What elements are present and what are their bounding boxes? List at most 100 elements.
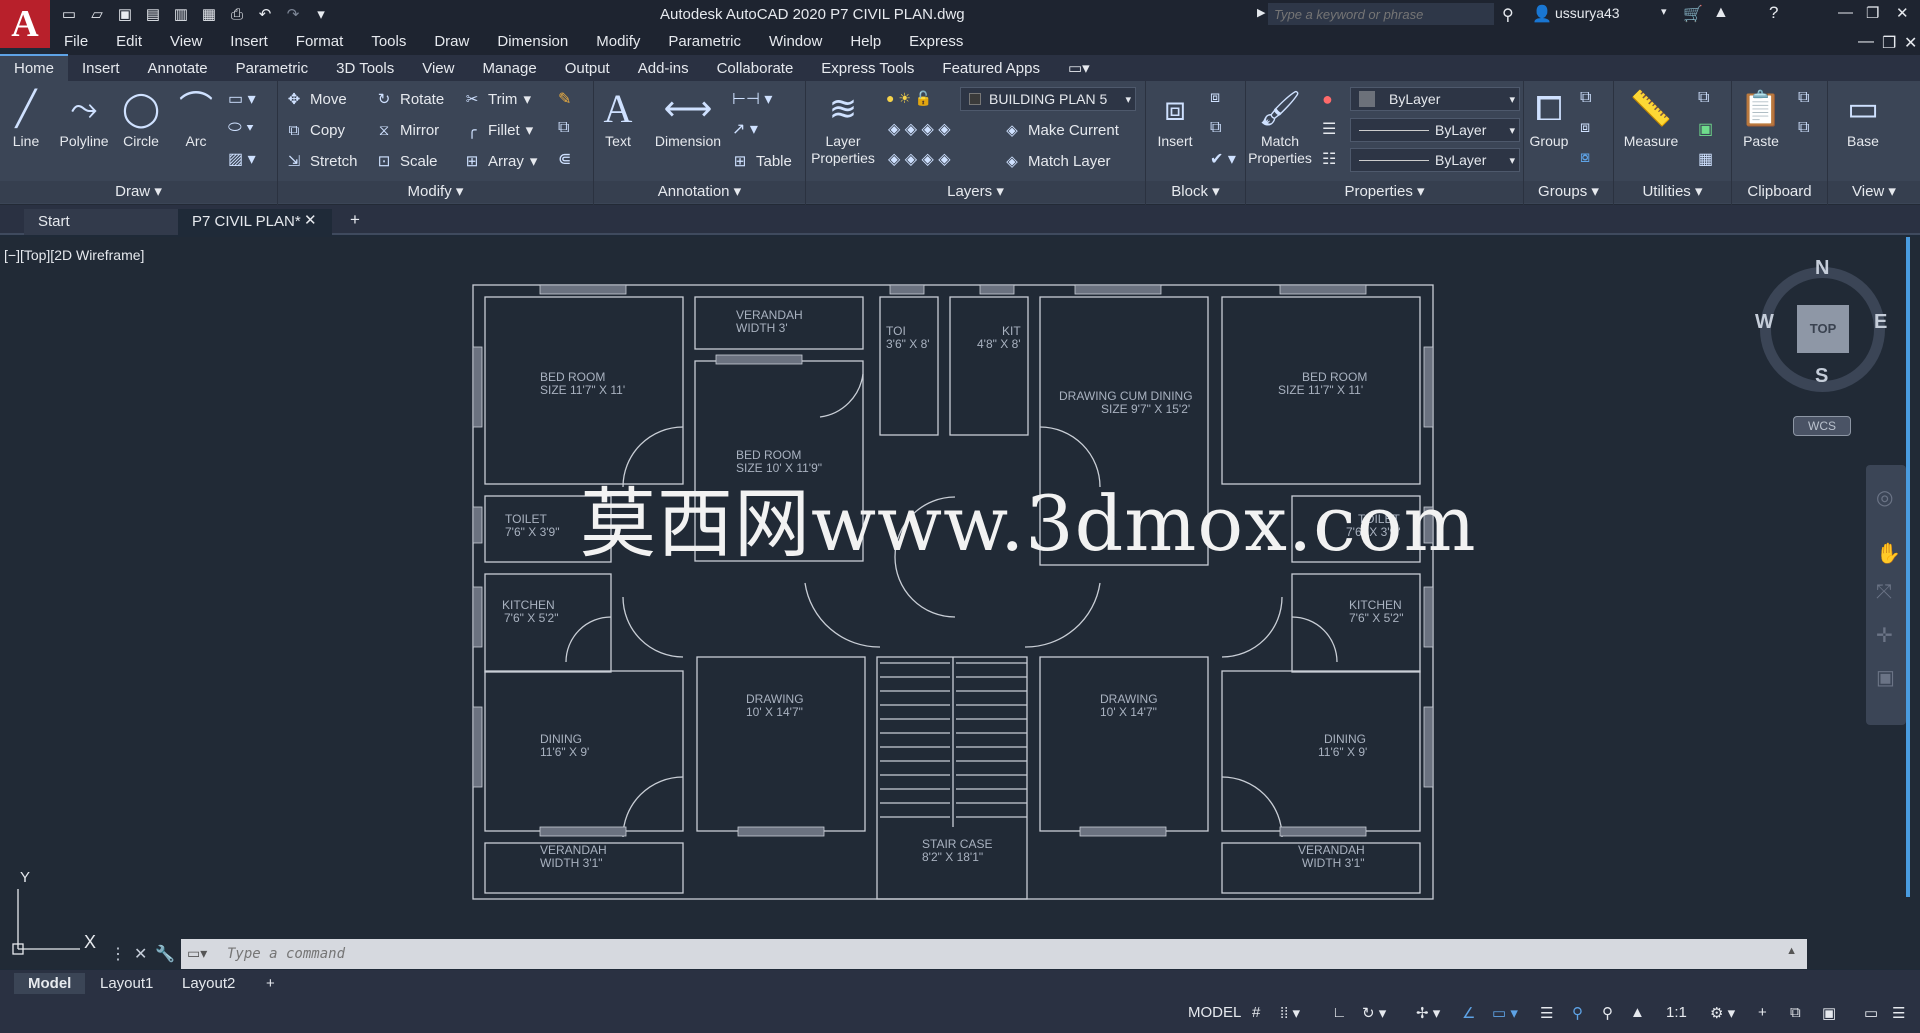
explode-icon[interactable]: ⧉	[558, 119, 569, 137]
group-selection-icon[interactable]: ⧇	[1580, 149, 1590, 167]
cart-icon[interactable]: 🛒	[1683, 4, 1703, 24]
menu-tools[interactable]: Tools	[357, 30, 420, 55]
user-icon[interactable]: 👤	[1532, 4, 1552, 24]
orbit-icon[interactable]: ✛	[1876, 623, 1893, 648]
view-panel-title[interactable]: View ▾	[1828, 181, 1920, 203]
annotation-monitor-icon[interactable]: +	[1758, 1004, 1767, 1021]
tab-parametric[interactable]: Parametric	[222, 56, 323, 81]
measure-button[interactable]: 📏 Measure	[1618, 85, 1684, 149]
layer-tools-icons-row2[interactable]: ◈ ◈ ◈ ◈	[888, 149, 951, 169]
make-current-button[interactable]: ◈ Make Current	[1002, 118, 1119, 142]
menu-express[interactable]: Express	[895, 30, 977, 55]
fillet-button[interactable]: ╭ Fillet ▾	[462, 118, 533, 142]
pan-icon[interactable]: ✋	[1876, 541, 1901, 566]
minimize-icon[interactable]: —	[1838, 4, 1853, 21]
linear-dimension-icon[interactable]: ⊢⊣ ▾	[732, 89, 772, 109]
command-input[interactable]	[181, 946, 1681, 962]
snap-icon[interactable]: ⁞⁞ ▾	[1280, 1004, 1300, 1022]
menu-modify[interactable]: Modify	[582, 30, 654, 55]
command-history-icon[interactable]: ▲	[1786, 945, 1797, 957]
otrack-icon[interactable]: ∠	[1462, 1004, 1475, 1022]
layer-dropdown[interactable]: BUILDING PLAN 5 ▾	[960, 87, 1136, 111]
tab-model[interactable]: Model	[14, 973, 86, 994]
viewcube-top-face[interactable]: TOP	[1797, 305, 1849, 353]
annotation-scale-icon[interactable]: ▲	[1630, 1004, 1645, 1021]
tab-start[interactable]: Start	[24, 209, 179, 235]
new-file-icon[interactable]: ▭	[58, 3, 80, 25]
quick-select-icon[interactable]: ⧉	[1698, 89, 1709, 107]
color-dropdown[interactable]: ByLayer ▾	[1350, 87, 1520, 111]
showmotion-icon[interactable]: ▣	[1876, 665, 1895, 690]
customize-qat-icon[interactable]: ▾	[310, 3, 332, 25]
insert-block-button[interactable]: ⧈ Insert	[1150, 85, 1200, 149]
layers-panel-title[interactable]: Layers ▾	[806, 181, 1145, 203]
calculator-icon[interactable]: ▦	[1698, 149, 1713, 169]
select-all-icon[interactable]: ▣	[1698, 119, 1713, 139]
ellipse-icon[interactable]: ⬭ ▾	[228, 119, 254, 137]
close-icon[interactable]: ✕	[1896, 4, 1909, 22]
open-file-icon[interactable]: ▱	[86, 3, 108, 25]
erase-icon[interactable]: ✎	[558, 89, 571, 109]
layer-tools-icons-row1[interactable]: ◈ ◈ ◈ ◈	[888, 119, 951, 139]
match-layer-button[interactable]: ◈ Match Layer	[1002, 149, 1110, 173]
circle-button[interactable]: ◯ Circle	[118, 85, 164, 149]
menu-window[interactable]: Window	[755, 30, 836, 55]
clean-screen-icon[interactable]: ▭	[1864, 1004, 1878, 1022]
command-close-icon[interactable]: ✕	[134, 944, 147, 964]
user-name[interactable]: ussurya43	[1555, 5, 1620, 21]
text-button[interactable]: A Text	[600, 85, 636, 149]
canvas-scrollbar[interactable]	[1906, 237, 1910, 897]
copy-clip-icon[interactable]: ⧉	[1798, 119, 1809, 137]
match-properties-button[interactable]: 🖌 Match Properties	[1248, 85, 1312, 167]
utilities-panel-title[interactable]: Utilities ▾	[1614, 181, 1731, 203]
menu-format[interactable]: Format	[282, 30, 358, 55]
base-view-button[interactable]: ▭ Base	[1838, 85, 1888, 149]
tab-annotate[interactable]: Annotate	[134, 56, 222, 81]
modify-panel-title[interactable]: Modify ▾	[278, 181, 593, 203]
group-button[interactable]: ⧠ Group	[1526, 85, 1572, 149]
arc-button[interactable]: ⌒ Arc	[176, 85, 216, 149]
menu-file[interactable]: File	[50, 30, 102, 55]
binoculars-icon[interactable]: ⚲	[1502, 5, 1514, 25]
tab-add-ins[interactable]: Add-ins	[624, 56, 703, 81]
menu-parametric[interactable]: Parametric	[654, 30, 755, 55]
wcs-menu[interactable]: WCS	[1793, 416, 1851, 436]
tab-express-tools[interactable]: Express Tools	[807, 56, 928, 81]
model-space-button[interactable]: MODEL	[1188, 1004, 1241, 1021]
command-customize-icon[interactable]: 🔧	[155, 944, 175, 964]
rotate-button[interactable]: ↻ Rotate	[374, 87, 445, 111]
save-icon[interactable]: ▣	[114, 3, 136, 25]
tab-insert[interactable]: Insert	[68, 56, 134, 81]
menu-draw[interactable]: Draw	[420, 30, 483, 55]
new-layout-icon[interactable]: +	[252, 973, 289, 994]
tab-3d-tools[interactable]: 3D Tools	[322, 56, 408, 81]
block-panel-title[interactable]: Block ▾	[1146, 181, 1245, 203]
doc-restore-icon[interactable]: ❐	[1882, 33, 1896, 53]
annotation-visibility-icon[interactable]: ⚲	[1572, 1004, 1583, 1022]
group-edit-icon[interactable]: ⧈	[1580, 119, 1590, 137]
dynamic-ucs-icon[interactable]: ▭ ▾	[1492, 1004, 1518, 1022]
layer-properties-button[interactable]: ≋ Layer Properties	[806, 85, 880, 167]
draw-panel-title[interactable]: Draw ▾	[0, 181, 277, 203]
array-button[interactable]: ⊞ Array ▾	[462, 149, 538, 173]
save-web-icon[interactable]: ▦	[198, 3, 220, 25]
hatch-icon[interactable]: ▨ ▾	[228, 149, 256, 169]
copy-button[interactable]: ⧉ Copy	[284, 118, 345, 142]
viewcube-north[interactable]: N	[1815, 257, 1829, 280]
tab-layout1[interactable]: Layout1	[86, 973, 167, 994]
tab-layout2[interactable]: Layout2	[168, 973, 249, 994]
steering-wheel-icon[interactable]: ◎	[1876, 485, 1893, 510]
restore-icon[interactable]: ❐	[1866, 4, 1879, 22]
menu-dimension[interactable]: Dimension	[483, 30, 582, 55]
auto-scale-icon[interactable]: ⚲	[1602, 1004, 1613, 1022]
menu-edit[interactable]: Edit	[102, 30, 156, 55]
quick-properties-icon[interactable]: ▣	[1822, 1004, 1836, 1022]
move-button[interactable]: ✥ Move	[284, 87, 347, 111]
viewcube-east[interactable]: E	[1874, 311, 1887, 334]
paste-button[interactable]: 📋 Paste	[1736, 85, 1786, 149]
tab-output[interactable]: Output	[551, 56, 624, 81]
tab-manage[interactable]: Manage	[468, 56, 550, 81]
close-tab-icon[interactable]: ✕	[304, 211, 317, 229]
application-menu-button[interactable]: A	[0, 0, 50, 48]
stretch-button[interactable]: ⇲ Stretch	[284, 149, 358, 173]
